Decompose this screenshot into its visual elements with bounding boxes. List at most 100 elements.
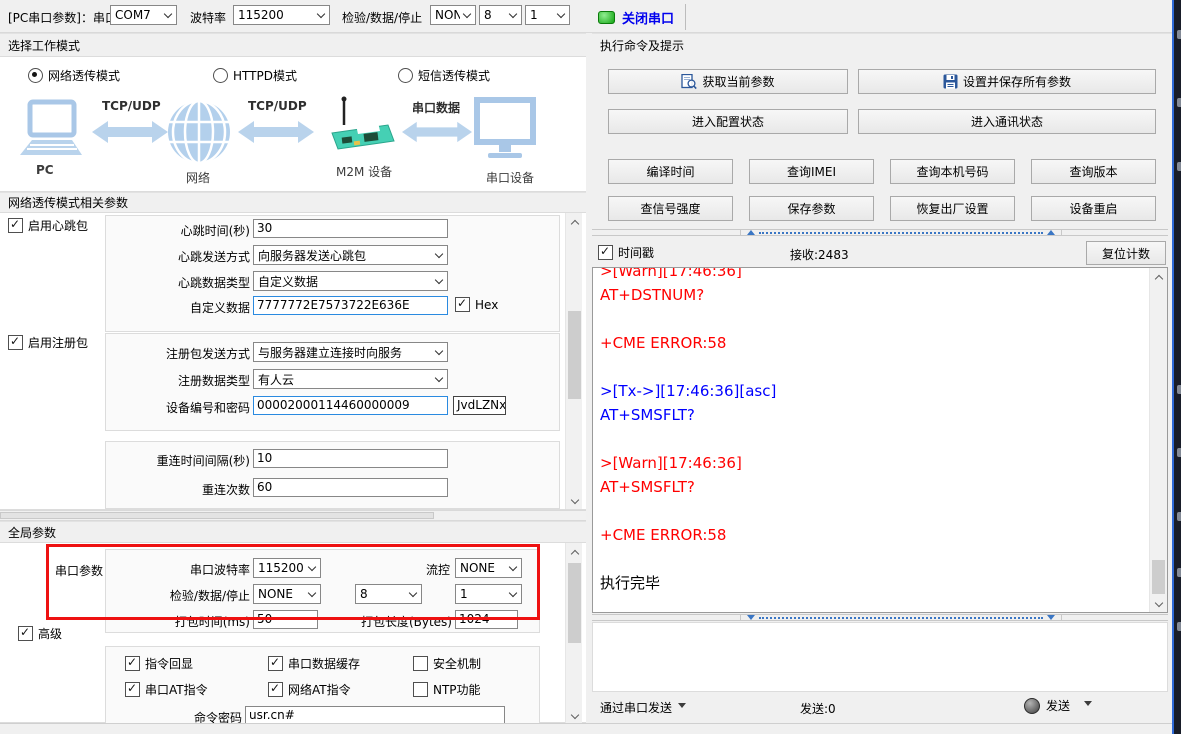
get-params-button[interactable]: 获取当前参数 — [608, 69, 848, 94]
ntp-checkbox[interactable]: NTP功能 — [413, 681, 481, 698]
scroll-down-arrow-icon[interactable] — [566, 707, 583, 724]
send-input-area[interactable] — [592, 622, 1168, 692]
reconnect-times-label: 重连次数 — [105, 481, 250, 500]
send-button-label: 发送 — [1046, 697, 1070, 714]
reconnect-times-input[interactable]: 60 — [253, 478, 448, 497]
save-all-params-button[interactable]: 设置并保存所有参数 — [858, 69, 1156, 94]
query-version-button[interactable]: 查询版本 — [1031, 159, 1156, 184]
scrollbar-thumb[interactable] — [1152, 560, 1165, 594]
send-via-dropdown[interactable]: 通过串口发送 — [600, 699, 686, 716]
enter-comm-button[interactable]: 进入通讯状态 — [858, 109, 1156, 134]
speaker-icon — [1024, 698, 1040, 714]
enter-config-button[interactable]: 进入配置状态 — [608, 109, 848, 134]
log-output-area[interactable]: >[Warn][17:46:36] AT+DSTNUM? +CME ERROR:… — [592, 267, 1168, 613]
global-params-panel: 串口参数 串口波特率 115200 流控 NONE 检验/数据/停止 NONE … — [0, 542, 586, 723]
splitter-handle[interactable] — [740, 614, 1062, 621]
work-mode-header: 选择工作模式 — [0, 33, 586, 56]
chevron-down-icon — [435, 251, 444, 260]
log-scrollbar[interactable] — [1149, 268, 1167, 612]
splitter-handle[interactable] — [740, 229, 1062, 236]
radio-icon — [398, 68, 413, 83]
radio-icon — [28, 68, 43, 83]
com-port-select[interactable]: COM7 — [110, 5, 177, 25]
background-icon-fragment — [1177, 568, 1181, 577]
send-button[interactable]: 发送 — [1024, 697, 1092, 714]
scroll-up-arrow-icon[interactable] — [1150, 268, 1167, 285]
timestamp-checkbox[interactable]: 时间戳 — [598, 244, 654, 261]
close-serial-button[interactable]: 关闭串口 — [598, 6, 678, 28]
device-id-input[interactable]: 00002000114460000009 — [253, 396, 448, 415]
device-id-label: 设备编号和密码 — [105, 399, 250, 418]
left-horizontal-scrollbar[interactable] — [0, 510, 586, 521]
net-params-panel: 启用心跳包 心跳时间(秒) 30 心跳发送方式 向服务器发送心跳包 心跳数据类型… — [0, 212, 586, 510]
lower-splitter[interactable] — [592, 614, 1168, 621]
doc-search-icon — [681, 74, 697, 90]
scrollbar-thumb[interactable] — [0, 512, 434, 519]
button-label: 进入配置状态 — [692, 113, 764, 130]
scroll-up-arrow-icon[interactable] — [566, 213, 583, 230]
reg-type-select[interactable]: 有人云 — [253, 369, 448, 389]
global-params-scrollbar[interactable] — [565, 543, 582, 724]
scrollbar-thumb[interactable] — [568, 563, 581, 643]
hb-type-select[interactable]: 自定义数据 — [253, 271, 448, 291]
cmd-echo-checkbox[interactable]: 指令回显 — [125, 655, 193, 672]
hb-time-input[interactable]: 30 — [253, 219, 448, 238]
background-icon-fragment — [1177, 448, 1181, 457]
hb-type-label: 心跳数据类型 — [105, 274, 250, 293]
radio-label: 短信透传模式 — [418, 67, 490, 84]
chevron-down-icon — [557, 11, 566, 20]
enable-register-checkbox[interactable]: 启用注册包 — [8, 334, 88, 351]
reg-mode-select[interactable]: 与服务器建立连接时向服务 — [253, 342, 448, 362]
upper-splitter[interactable] — [592, 229, 1168, 236]
reset-counter-button[interactable]: 复位计数 — [1086, 241, 1166, 265]
command-panel-header: 执行命令及提示 — [592, 33, 1172, 56]
stopbits-select[interactable]: 1 — [525, 5, 570, 25]
hb-mode-select[interactable]: 向服务器发送心跳包 — [253, 245, 448, 265]
button-label: 进入通讯状态 — [971, 113, 1043, 130]
factory-reset-button[interactable]: 恢复出厂设置 — [890, 196, 1015, 221]
background-icon-fragment — [1177, 512, 1181, 521]
chevron-down-icon — [435, 277, 444, 286]
scrollbar-thumb[interactable] — [568, 311, 581, 399]
button-label: 查信号强度 — [640, 200, 700, 217]
databits-select[interactable]: 8 — [479, 5, 522, 25]
query-signal-button[interactable]: 查信号强度 — [608, 196, 733, 221]
net-params-scrollbar[interactable] — [565, 213, 582, 509]
bottom-status-strip — [0, 723, 1172, 734]
baud-select[interactable]: 115200 — [233, 5, 330, 25]
security-checkbox[interactable]: 安全机制 — [413, 655, 481, 672]
button-label: 保存参数 — [787, 200, 835, 217]
button-label: 查询本机号码 — [916, 163, 988, 180]
radio-net-transparent-mode[interactable]: 网络透传模式 — [28, 67, 120, 84]
query-imei-button[interactable]: 查询IMEI — [749, 159, 874, 184]
save-params-button[interactable]: 保存参数 — [749, 196, 874, 221]
scroll-down-arrow-icon[interactable] — [566, 492, 583, 509]
checkbox-label: Hex — [475, 298, 498, 312]
custom-data-input[interactable]: 7777772E7573722E636E — [253, 296, 448, 315]
background-icon-fragment — [1177, 30, 1181, 39]
checkbox-label: 指令回显 — [145, 655, 193, 672]
hex-checkbox[interactable]: Hex — [455, 297, 498, 312]
serial-device-monitor-icon — [474, 97, 536, 163]
device-restart-button[interactable]: 设备重启 — [1031, 196, 1156, 221]
log-line — [593, 547, 1167, 571]
device-password-input[interactable]: JvdLZNxK — [453, 396, 506, 415]
enable-heartbeat-checkbox[interactable]: 启用心跳包 — [8, 217, 88, 234]
serial-cache-checkbox[interactable]: 串口数据缓存 — [268, 655, 360, 672]
radio-httpd-mode[interactable]: HTTPD模式 — [213, 67, 297, 84]
reconnect-interval-input[interactable]: 10 — [253, 449, 448, 468]
scroll-down-arrow-icon[interactable] — [1150, 595, 1167, 612]
reconnect-interval-label: 重连时间间隔(秒) — [105, 452, 250, 471]
chevron-down-icon — [435, 375, 444, 384]
advanced-checkbox[interactable]: 高级 — [18, 625, 62, 642]
scroll-up-arrow-icon[interactable] — [566, 543, 583, 560]
query-phone-button[interactable]: 查询本机号码 — [890, 159, 1015, 184]
compile-time-button[interactable]: 编译时间 — [608, 159, 733, 184]
baud-label: 波特率 — [190, 9, 226, 26]
net-at-checkbox[interactable]: 网络AT指令 — [268, 681, 351, 698]
save-floppy-icon — [943, 74, 958, 89]
parity-select[interactable]: NONI — [430, 5, 476, 25]
serial-at-checkbox[interactable]: 串口AT指令 — [125, 681, 208, 698]
radio-sms-transparent-mode[interactable]: 短信透传模式 — [398, 67, 490, 84]
button-label: 获取当前参数 — [702, 73, 774, 90]
